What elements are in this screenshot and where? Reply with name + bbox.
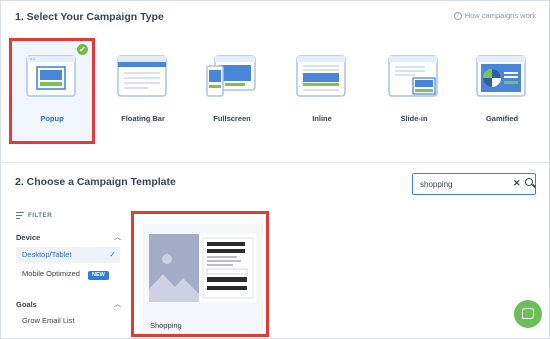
option-label: Mobile Optimized [22, 269, 80, 278]
new-badge: NEW [88, 271, 109, 280]
search-input[interactable] [420, 177, 510, 191]
campaign-type-label: Inline [312, 114, 332, 123]
campaign-type-fullscreen[interactable]: Fullscreen [191, 40, 273, 142]
inline-illustration [296, 55, 346, 97]
filter-icon [16, 212, 24, 219]
filter-label: FILTER [28, 212, 53, 219]
section-title-template: 2. Choose a Campaign Template [15, 176, 176, 188]
campaign-type-inline[interactable]: Inline [281, 40, 363, 142]
chat-button[interactable] [514, 300, 542, 328]
filter-option-grow-email-list[interactable]: Grow Email List [16, 313, 120, 329]
check-icon: ✓ [109, 250, 116, 259]
clear-search-icon[interactable]: ✕ [513, 178, 521, 189]
filter-group-device[interactable]: Device [16, 233, 40, 242]
option-label: Desktop/Tablet [22, 250, 72, 259]
filter-header: FILTER [16, 212, 52, 219]
filter-option-mobile-optimized[interactable]: Mobile Optimized NEW [16, 266, 120, 282]
highlight-box-popup [9, 38, 95, 144]
chevron-up-icon[interactable]: ︿ [114, 299, 121, 309]
filter-group-goals[interactable]: Goals [16, 300, 37, 309]
campaign-type-slide-in[interactable]: Slide-in [373, 40, 455, 142]
section-divider [0, 162, 550, 163]
option-label: Grow Email List [22, 316, 75, 325]
section-title-campaign-type: 1. Select Your Campaign Type [15, 11, 164, 23]
how-campaigns-work-link[interactable]: ? How campaigns work [453, 11, 536, 20]
highlight-box-template [131, 211, 269, 337]
campaign-type-label: Floating Bar [121, 114, 165, 123]
campaign-type-label: Gamified [485, 114, 519, 123]
help-link-label: How campaigns work [464, 11, 536, 20]
fullscreen-illustration [206, 55, 256, 97]
help-icon: ? [453, 11, 462, 20]
chat-bubble-icon [522, 308, 534, 319]
chevron-up-icon[interactable]: ︿ [114, 232, 121, 242]
floating-bar-illustration [117, 55, 167, 97]
gamified-illustration [476, 55, 526, 97]
campaign-type-label: Fullscreen [213, 114, 251, 123]
campaign-type-label: Slide-in [400, 114, 428, 123]
template-search[interactable]: ✕ [412, 173, 536, 195]
slide-in-illustration [388, 55, 438, 97]
search-icon[interactable] [525, 178, 533, 186]
campaign-type-gamified[interactable]: Gamified [461, 40, 543, 142]
filter-option-desktop-tablet[interactable]: Desktop/Tablet ✓ [16, 247, 120, 263]
campaign-type-floating-bar[interactable]: Floating Bar [102, 40, 184, 142]
